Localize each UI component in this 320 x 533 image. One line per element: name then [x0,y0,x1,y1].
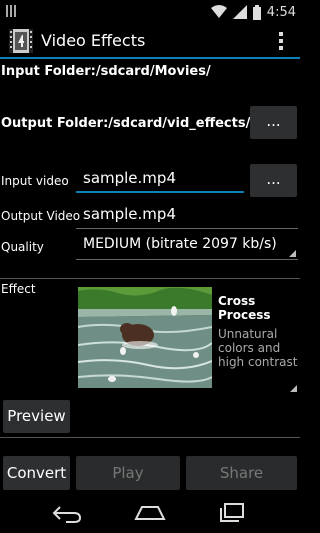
effect-preview-image [78,287,212,388]
output-video-field[interactable]: sample.mp4 [76,205,298,229]
convert-button[interactable]: Convert [3,456,70,490]
wifi-icon [210,5,227,18]
preview-button[interactable]: Preview [3,400,70,433]
output-folder-browse-button[interactable]: ... [250,106,297,139]
quality-spinner[interactable]: MEDIUM (bitrate 2097 kb/s) [76,236,298,260]
effect-spinner[interactable]: Cross Process Unnatural colors and high … [77,285,300,395]
dropdown-arrow-icon [290,385,297,392]
input-video-label: Input video [1,174,69,188]
effect-label: Effect [1,282,36,296]
divider [0,278,300,279]
battery-icon [252,4,261,20]
input-folder-label: Input Folder: [1,64,96,79]
effect-description: Unnatural colors and high contrast [218,327,298,369]
notification-bars-icon [6,5,16,19]
output-video-value: sample.mp4 [83,205,176,223]
input-video-field[interactable]: sample.mp4 [76,169,244,193]
dropdown-arrow-icon [289,250,296,257]
input-folder-path: /sdcard/Movies/ [95,64,211,79]
app-title: Video Effects [41,31,146,50]
status-time: 4:54 [266,4,296,20]
film-app-icon [9,29,33,53]
output-folder-path: /sdcard/vid_effects/ [108,116,251,131]
action-bar: Video Effects [0,24,300,59]
play-button[interactable]: Play [76,456,180,490]
navigation-bar [0,493,300,533]
output-video-label: Output Video [1,209,81,223]
quality-value: MEDIUM (bitrate 2097 kb/s) [83,236,277,252]
status-bar: 4:54 [0,0,300,24]
home-icon[interactable] [134,505,166,521]
input-video-value: sample.mp4 [83,169,176,187]
divider [0,437,300,438]
output-folder-row: Output Folder:/sdcard/vid_effects/ [1,116,250,131]
recent-apps-icon[interactable] [219,503,245,523]
back-icon[interactable] [52,505,82,523]
overflow-menu-icon[interactable] [278,32,284,52]
signal-icon [232,5,247,19]
quality-label: Quality [1,240,44,254]
effect-name: Cross Process [218,294,271,322]
share-button[interactable]: Share [186,456,297,490]
output-folder-label: Output Folder: [1,116,109,131]
input-video-browse-button[interactable]: ... [250,164,297,197]
input-folder-row: Input Folder:/sdcard/Movies/ [1,64,211,79]
